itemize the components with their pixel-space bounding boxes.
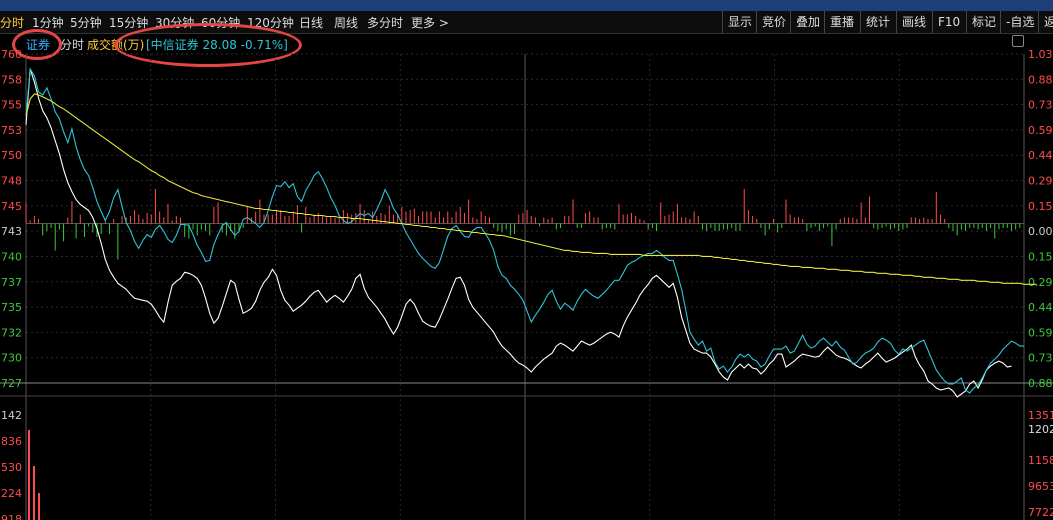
volume-label-right: 1158 [1028, 454, 1053, 467]
pct-label-right: 0.59% [1028, 124, 1053, 137]
pct-label-right: 0.29% [1028, 276, 1053, 289]
pct-label-right: 0.88% [1028, 73, 1053, 86]
pct-label-right: 0.88% [1028, 377, 1053, 390]
volume-bar [38, 493, 40, 520]
volume-bar [33, 466, 35, 520]
volume-label-right: 7722 [1028, 506, 1053, 519]
pct-label-right: 0.59% [1028, 326, 1053, 339]
price-label-left: 735 [1, 301, 22, 314]
price-label-left: 743 [1, 225, 22, 238]
price-label-left: 730 [1, 352, 22, 365]
price-label-left: 760 [1, 48, 22, 61]
price-label-left: 737 [1, 276, 22, 289]
pct-label-right: 0.29% [1028, 175, 1053, 188]
pct-label-right: 0.15% [1028, 200, 1053, 213]
volume-label-right: 9653 [1028, 480, 1053, 493]
pct-label-right: 0.00% [1028, 225, 1053, 238]
price-label-left: 745 [1, 200, 22, 213]
price-label-left: 740 [1, 250, 22, 263]
pct-label-right: 0.73% [1028, 352, 1053, 365]
volume-label-left: 224 [1, 487, 22, 500]
volume-label-left: 918 [1, 513, 22, 520]
price-label-left: 727 [1, 377, 22, 390]
intraday-chart[interactable]: 760 758 755 753 750 748 745 743 740 737 735 732 730 7… [0, 0, 1053, 520]
volume-label-left: 836 [1, 435, 22, 448]
average-price-line [25, 93, 1037, 285]
price-label-left: 750 [1, 149, 22, 162]
volume-label-left: 530 [1, 461, 22, 474]
pct-label-right: 0.73% [1028, 99, 1053, 112]
volume-label-left: 142 [1, 409, 22, 422]
volume-label-right: 1351 [1028, 409, 1053, 422]
price-label-left: 753 [1, 124, 22, 137]
pct-label-right: 1.03% [1028, 48, 1053, 61]
volume-bar [28, 430, 30, 520]
stock-price-line [25, 68, 1012, 398]
pct-label-right: 0.15% [1028, 250, 1053, 263]
price-label-left: 758 [1, 73, 22, 86]
pct-label-right: 0.44% [1028, 149, 1053, 162]
price-label-left: 755 [1, 99, 22, 112]
volume-label-right: 1202 [1028, 423, 1053, 436]
pct-label-right: 0.44% [1028, 301, 1053, 314]
price-label-left: 732 [1, 326, 22, 339]
price-label-left: 748 [1, 175, 22, 188]
